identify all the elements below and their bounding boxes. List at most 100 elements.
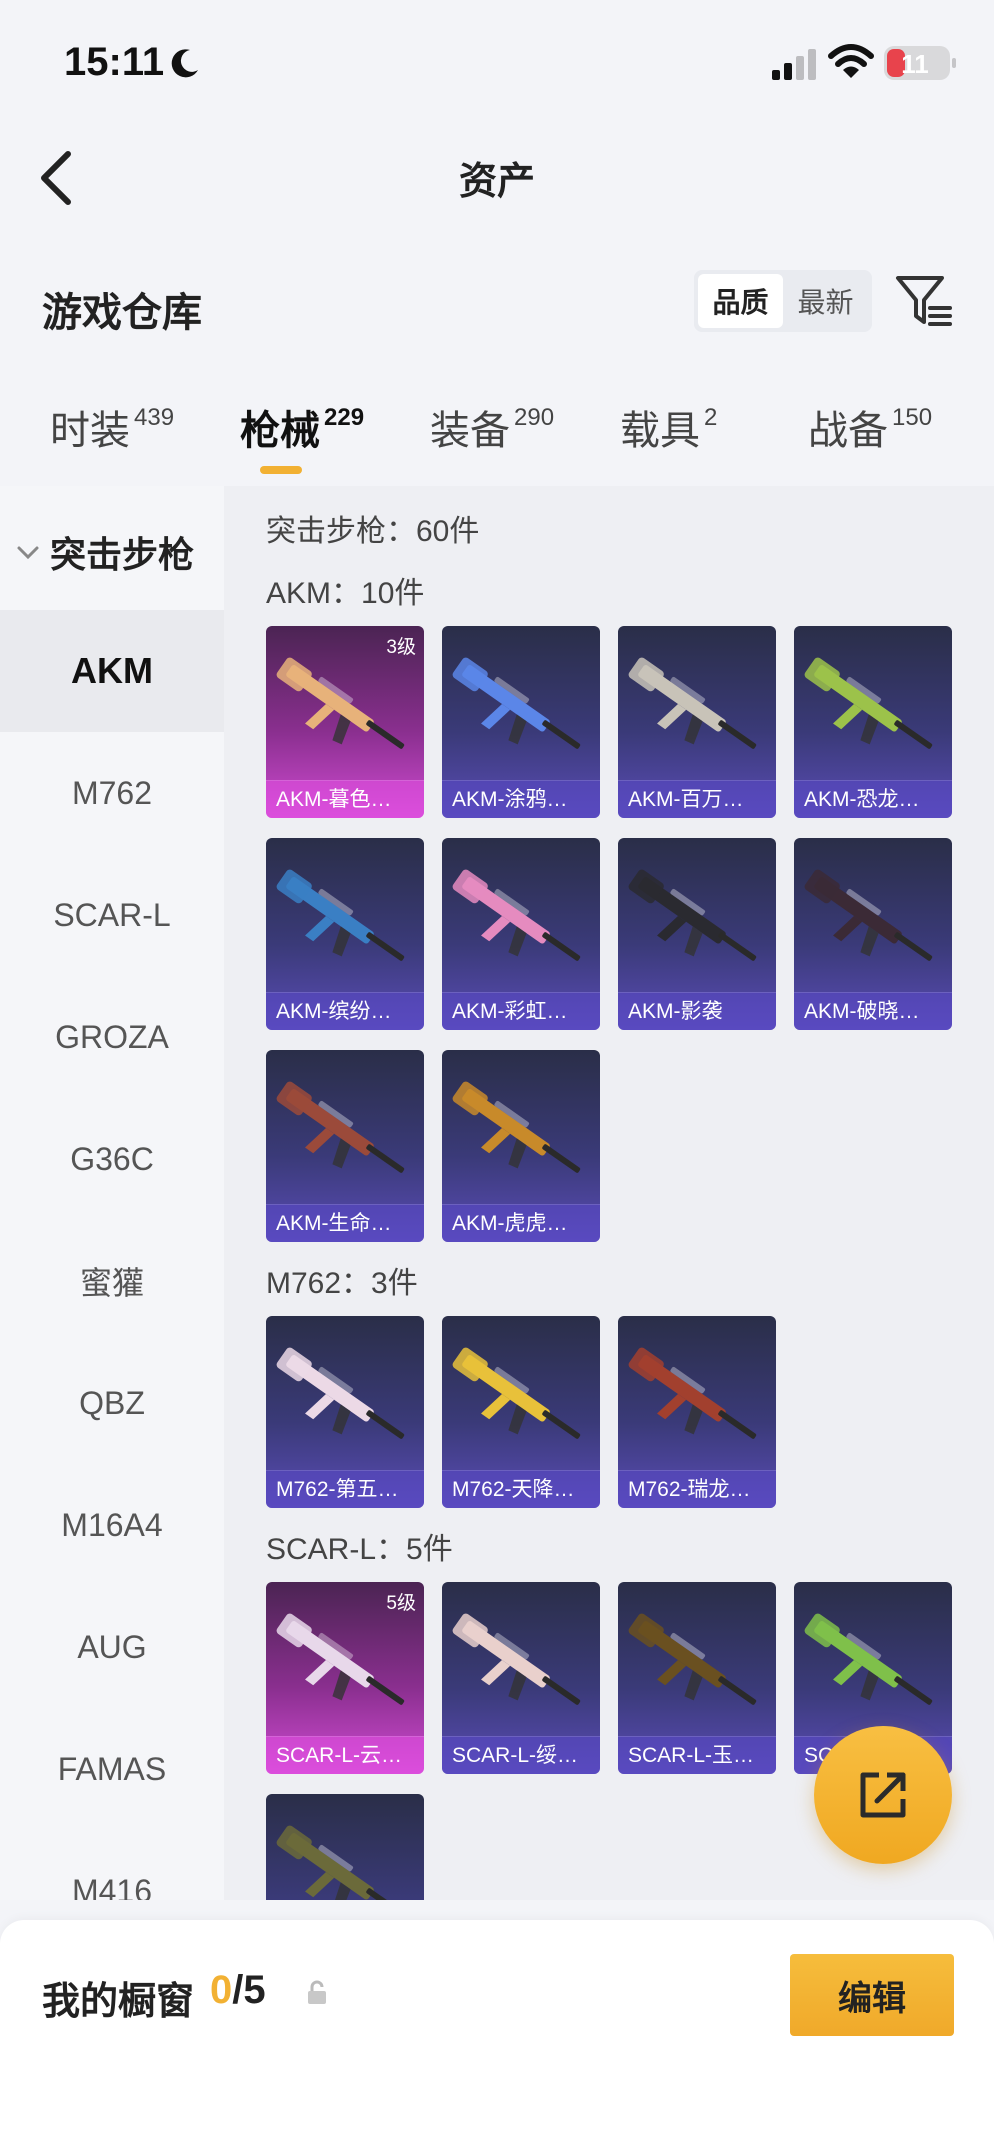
weapon-skin-icon — [628, 1613, 757, 1705]
weapon-card[interactable]: AKM-恐龙… — [794, 626, 952, 818]
weapon-name: AKM-暮色… — [266, 780, 424, 818]
status-bar: 15:11 11 — [0, 0, 994, 120]
category-tabs: 时装 439 枪械 229 装备 290 载具 2 战备 150 — [0, 398, 994, 478]
page-title: 资产 — [458, 161, 535, 203]
weapon-skin-icon — [276, 1825, 405, 1900]
sidebar-item-aug[interactable]: AUG — [0, 1586, 224, 1708]
group-label: M762：3件 — [266, 1267, 418, 1300]
wifi-icon — [828, 44, 874, 78]
showcase-bar: 我的橱窗 0/5 编辑 — [0, 1920, 994, 2152]
signal-icon — [772, 49, 816, 80]
sidebar-item-groza[interactable]: GROZA — [0, 976, 224, 1098]
showcase-title: 我的橱窗 — [42, 1981, 195, 2023]
weapon-name: AKM-影袭 — [618, 992, 776, 1030]
weapon-card[interactable]: SCAR-L-绥… — [442, 1582, 600, 1774]
showcase-total: /5 — [232, 1968, 266, 2012]
battery-level: 11 — [901, 49, 929, 79]
weapon-grid: 突击步枪：60件 AKM：10件 3级 AKM-暮色… AKM-涂鸦… AKM-百万… A… — [224, 486, 994, 1900]
sidebar-item-g36c[interactable]: G36C — [0, 1098, 224, 1220]
sidebar-category-label: 突击步枪 — [50, 534, 195, 575]
weapon-card[interactable] — [266, 1794, 424, 1900]
tab-fashion[interactable]: 时装 439 — [50, 398, 174, 456]
weapon-skin-icon — [452, 1347, 581, 1439]
weapon-name: AKM-彩虹… — [442, 992, 600, 1030]
battery-indicator: 11 — [884, 46, 956, 80]
weapon-skin-icon — [276, 1613, 405, 1705]
warehouse-title: 游戏仓库 — [42, 291, 202, 335]
weapon-card[interactable]: SCAR-L-玉… — [618, 1582, 776, 1774]
tab-equipment[interactable]: 装备 290 — [430, 398, 554, 456]
weapon-name: AKM-破晓… — [794, 992, 952, 1030]
weapon-name: AKM-虎虎… — [442, 1204, 600, 1242]
weapon-skin-icon — [276, 1081, 405, 1173]
weapon-name: SCAR-L-云… — [266, 1736, 424, 1774]
tab-count: 2 — [704, 404, 718, 431]
weapon-card[interactable]: AKM-彩虹… — [442, 838, 600, 1030]
weapon-card[interactable]: M762-天降… — [442, 1316, 600, 1508]
weapon-name: SCAR-L-绥… — [442, 1736, 600, 1774]
weapon-card[interactable]: AKM-影袭 — [618, 838, 776, 1030]
sidebar-item-m416[interactable]: M416 — [0, 1830, 224, 1901]
weapon-card[interactable]: M762-瑞龙… — [618, 1316, 776, 1508]
tab-count: 439 — [134, 404, 175, 431]
weapon-name: AKM-缤纷… — [266, 992, 424, 1030]
sidebar-item-qbz[interactable]: QBZ — [0, 1342, 224, 1464]
tab-supplies[interactable]: 战备 150 — [808, 398, 932, 456]
sort-by-latest[interactable]: 最新 — [783, 274, 868, 328]
group-label: SCAR-L：5件 — [266, 1533, 453, 1566]
tab-count: 290 — [514, 404, 555, 431]
weapon-skin-icon — [628, 657, 757, 749]
tab-label: 载具 — [620, 409, 700, 453]
weapon-card[interactable]: M762-第五… — [266, 1316, 424, 1508]
sidebar-item-akm[interactable]: AKM — [0, 610, 224, 732]
tab-vehicles[interactable]: 载具 2 — [620, 398, 717, 456]
weapon-name: AKM-涂鸦… — [442, 780, 600, 818]
weapon-card[interactable]: AKM-破晓… — [794, 838, 952, 1030]
tab-label: 枪械 — [240, 409, 320, 453]
filter-icon[interactable] — [894, 272, 952, 330]
sidebar-item-m762[interactable]: M762 — [0, 732, 224, 854]
weapon-skin-icon — [452, 869, 581, 961]
edit-button[interactable]: 编辑 — [790, 1954, 954, 2036]
weapon-card[interactable]: AKM-虎虎… — [442, 1050, 600, 1242]
share-icon — [860, 1772, 906, 1818]
sort-by-quality[interactable]: 品质 — [698, 274, 783, 328]
weapon-skin-icon — [276, 1347, 405, 1439]
sidebar-category[interactable]: 突击步枪 — [0, 508, 224, 596]
weapon-card[interactable]: AKM-缤纷… — [266, 838, 424, 1030]
summary-label: 突击步枪：60件 — [266, 515, 480, 548]
weapon-skin-icon — [452, 657, 581, 749]
weapon-card[interactable]: AKM-百万… — [618, 626, 776, 818]
weapon-skin-icon — [804, 869, 933, 961]
weapon-skin-icon — [804, 1613, 933, 1705]
sidebar-item-scar-l[interactable]: SCAR-L — [0, 854, 224, 976]
weapon-card[interactable]: 5级 SCAR-L-云… — [266, 1582, 424, 1774]
status-time: 15:11 — [64, 40, 165, 84]
weapon-skin-icon — [628, 1347, 757, 1439]
weapon-name: SCAR-L-玉… — [618, 1736, 776, 1774]
tab-label: 装备 — [430, 409, 510, 453]
weapon-card[interactable]: AKM-生命… — [266, 1050, 424, 1242]
weapon-name: AKM-生命… — [266, 1204, 424, 1242]
showcase-count: 0/5 — [210, 1968, 266, 2013]
tab-firearms[interactable]: 枪械 229 — [240, 398, 364, 456]
level-badge: 3级 — [386, 637, 416, 658]
weapon-skin-icon — [804, 657, 933, 749]
tab-count: 150 — [892, 404, 933, 431]
tab-count: 229 — [324, 404, 365, 431]
weapon-name: AKM-恐龙… — [794, 780, 952, 818]
weapon-skin-icon — [276, 869, 405, 961]
sidebar-item-famas[interactable]: FAMAS — [0, 1708, 224, 1830]
sidebar-item--[interactable]: 蜜獾 — [0, 1220, 224, 1342]
weapon-card[interactable]: 3级 AKM-暮色… — [266, 626, 424, 818]
showcase-current: 0 — [210, 1968, 233, 2012]
sidebar-item-m16a4[interactable]: M16A4 — [0, 1464, 224, 1586]
moon-icon — [171, 49, 198, 78]
weapon-name: AKM-百万… — [618, 780, 776, 818]
tab-label: 战备 — [808, 409, 888, 453]
share-button[interactable] — [814, 1726, 952, 1864]
weapon-skin-icon — [452, 1081, 581, 1173]
weapon-name: M762-瑞龙… — [618, 1470, 776, 1508]
chevron-down-icon — [17, 546, 39, 560]
weapon-card[interactable]: AKM-涂鸦… — [442, 626, 600, 818]
